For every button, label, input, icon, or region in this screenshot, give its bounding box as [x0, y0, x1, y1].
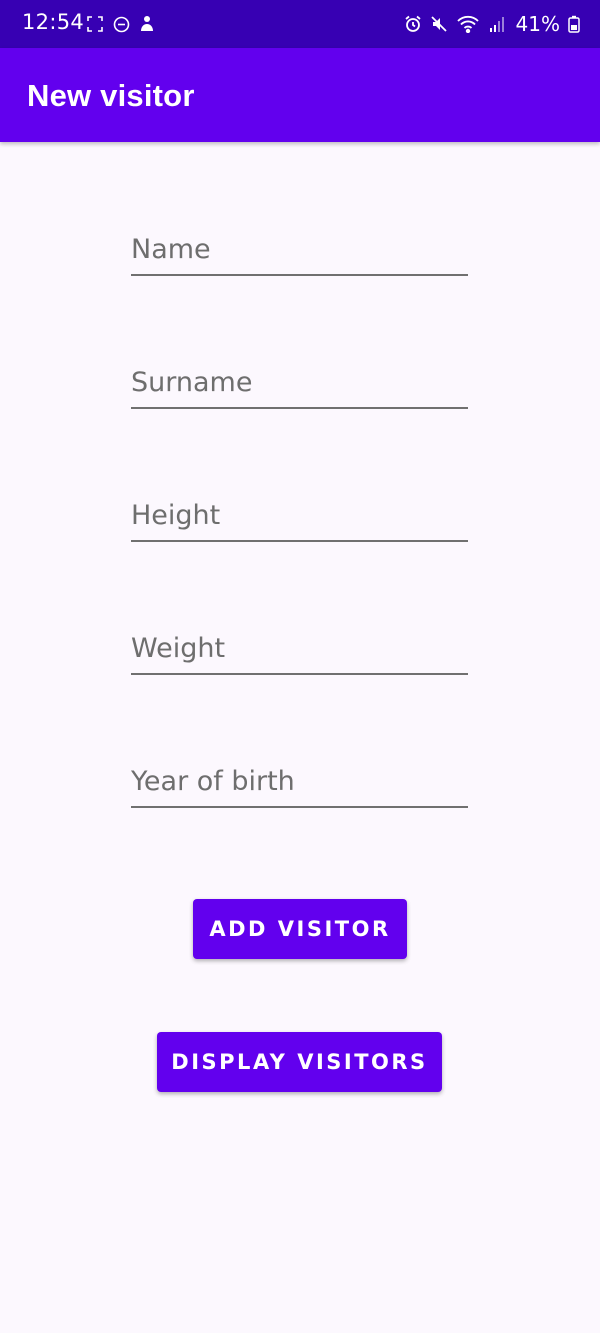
status-bar: 12:54 41%: [0, 0, 600, 48]
alarm-icon: [404, 14, 422, 34]
height-field[interactable]: [131, 490, 468, 542]
surname-input[interactable]: [131, 357, 468, 407]
wifi-icon: [456, 14, 480, 34]
battery-icon: [568, 14, 580, 34]
surname-field[interactable]: [131, 357, 468, 409]
name-field[interactable]: [131, 224, 468, 276]
dnd-icon: [112, 14, 130, 34]
height-input[interactable]: [131, 490, 468, 540]
year-of-birth-input[interactable]: [131, 756, 468, 806]
battery-percent: 41%: [515, 12, 560, 36]
signal-icon: [488, 14, 506, 34]
screenshot-icon: [86, 14, 104, 34]
year-of-birth-field[interactable]: [131, 756, 468, 808]
app-bar: New visitor: [0, 48, 600, 142]
display-visitors-button[interactable]: DISPLAY VISITORS: [157, 1032, 442, 1092]
status-right-icons: 41%: [404, 12, 580, 36]
page-title: New visitor: [27, 78, 195, 113]
mute-icon: [430, 14, 448, 34]
add-visitor-button[interactable]: ADD VISITOR: [193, 899, 407, 959]
status-time: 12:54: [22, 10, 85, 34]
notification-app-icon: [138, 14, 156, 34]
weight-field[interactable]: [131, 623, 468, 675]
weight-input[interactable]: [131, 623, 468, 673]
status-left-icons: [86, 14, 156, 34]
name-input[interactable]: [131, 224, 468, 274]
